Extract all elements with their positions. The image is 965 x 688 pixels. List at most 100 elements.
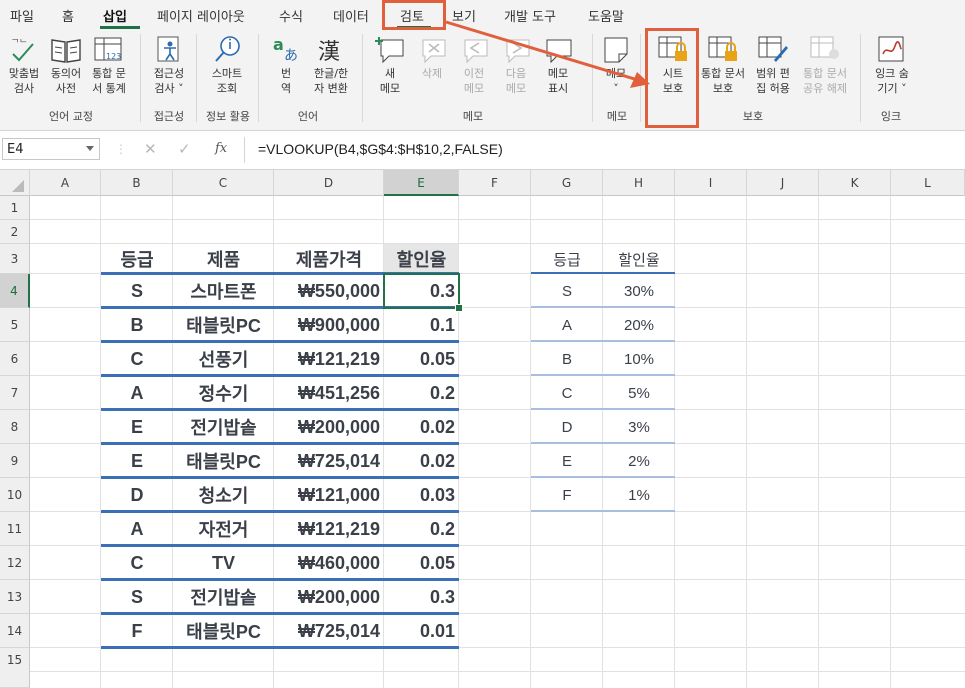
row-header-1[interactable]: 1 <box>0 196 30 220</box>
cancel-icon[interactable]: ✕ <box>144 140 157 158</box>
lookup-header-grade: 등급 <box>553 251 581 269</box>
main-header-discount: 할인율 <box>396 250 447 270</box>
col-header-a[interactable]: A <box>30 170 101 196</box>
active-cell-selection[interactable] <box>383 273 460 309</box>
col-header-k[interactable]: K <box>819 170 891 196</box>
row-header-9[interactable]: 9 <box>0 444 30 478</box>
table-cell[interactable]: D <box>101 478 173 512</box>
col-header-h[interactable]: H <box>603 170 675 196</box>
table-cell[interactable]: E <box>101 410 173 444</box>
lookup-cell[interactable]: A <box>531 308 603 342</box>
select-all-corner[interactable] <box>0 170 30 196</box>
table-cell[interactable]: ₩550,000 <box>274 274 384 308</box>
row-header-12[interactable]: 12 <box>0 546 30 580</box>
table-cell[interactable]: TV <box>173 546 274 580</box>
table-cell[interactable]: C <box>101 546 173 580</box>
table-cell[interactable]: 태블릿PC <box>173 444 274 478</box>
table-cell[interactable]: ₩725,014 <box>274 614 384 648</box>
table-cell[interactable]: 태블릿PC <box>173 308 274 342</box>
table-cell[interactable]: 0.03 <box>384 478 459 512</box>
table-cell[interactable]: 0.2 <box>384 376 459 410</box>
table-cell[interactable]: B <box>101 308 173 342</box>
table-cell[interactable]: 0.05 <box>384 546 459 580</box>
lookup-cell[interactable]: 3% <box>603 410 675 444</box>
table-cell[interactable]: 자전거 <box>173 512 274 546</box>
table-cell[interactable]: 0.1 <box>384 308 459 342</box>
fill-handle[interactable] <box>455 304 463 312</box>
lookup-cell[interactable]: 10% <box>603 342 675 376</box>
col-header-j[interactable]: J <box>747 170 819 196</box>
lookup-cell[interactable]: 5% <box>603 376 675 410</box>
table-cell[interactable]: ₩200,000 <box>274 580 384 614</box>
table-cell[interactable]: 선풍기 <box>173 342 274 376</box>
lookup-cell[interactable]: S <box>531 274 603 308</box>
table-cell[interactable]: 청소기 <box>173 478 274 512</box>
table-cell[interactable]: A <box>101 376 173 410</box>
table-cell[interactable]: ₩725,014 <box>274 444 384 478</box>
col-header-d[interactable]: D <box>274 170 384 196</box>
lookup-cell[interactable]: 30% <box>603 274 675 308</box>
gridline <box>30 671 965 672</box>
lookup-cell[interactable]: D <box>531 410 603 444</box>
row-header-8[interactable]: 8 <box>0 410 30 444</box>
main-header-price: 제품가격 <box>295 250 363 270</box>
table-cell[interactable]: 0.02 <box>384 444 459 478</box>
row-header-15[interactable]: 15 <box>0 648 30 688</box>
lookup-cell[interactable]: C <box>531 376 603 410</box>
annotation-arrow <box>445 20 650 88</box>
table-cell[interactable]: 전기밥솥 <box>173 410 274 444</box>
table-cell[interactable]: 스마트폰 <box>173 274 274 308</box>
row-header-14[interactable]: 14 <box>0 614 30 648</box>
table-cell[interactable]: ₩121,219 <box>274 512 384 546</box>
row-header-13[interactable]: 13 <box>0 580 30 614</box>
table-cell[interactable]: S <box>101 580 173 614</box>
separator <box>244 137 245 163</box>
table-cell[interactable]: A <box>101 512 173 546</box>
table-cell[interactable]: 태블릿PC <box>173 614 274 648</box>
col-header-i[interactable]: I <box>675 170 747 196</box>
table-cell[interactable]: ₩451,256 <box>274 376 384 410</box>
col-header-b[interactable]: B <box>101 170 173 196</box>
col-header-g[interactable]: G <box>531 170 603 196</box>
col-header-f[interactable]: F <box>459 170 531 196</box>
table-cell[interactable]: F <box>101 614 173 648</box>
lookup-cell[interactable]: B <box>531 342 603 376</box>
lookup-cell[interactable]: F <box>531 478 603 512</box>
lookup-cell[interactable]: E <box>531 444 603 478</box>
formula-input[interactable]: =VLOOKUP(B4,$G$4:$H$10,2,FALSE) <box>258 141 503 157</box>
table-cell[interactable]: S <box>101 274 173 308</box>
enter-icon[interactable]: ✓ <box>178 140 191 158</box>
row-header-5[interactable]: 5 <box>0 308 30 342</box>
lookup-cell[interactable]: 20% <box>603 308 675 342</box>
col-header-c[interactable]: C <box>173 170 274 196</box>
table-cell[interactable]: 0.02 <box>384 410 459 444</box>
chevron-down-icon[interactable] <box>86 146 94 151</box>
row-header-2[interactable]: 2 <box>0 220 30 244</box>
worksheet-grid[interactable]: A B C D E F G H I J K L 1 2 3 4 5 6 7 8 … <box>0 170 965 688</box>
row-header-10[interactable]: 10 <box>0 478 30 512</box>
table-cell[interactable]: ₩121,219 <box>274 342 384 376</box>
col-header-e[interactable]: E <box>384 170 459 196</box>
fx-icon[interactable]: fx <box>215 141 227 156</box>
drag-handle-icon[interactable]: ⋮ <box>115 142 127 156</box>
col-header-l[interactable]: L <box>891 170 965 196</box>
table-cell[interactable]: 0.05 <box>384 342 459 376</box>
lookup-cell[interactable]: 1% <box>603 478 675 512</box>
table-cell[interactable]: 전기밥솥 <box>173 580 274 614</box>
row-header-6[interactable]: 6 <box>0 342 30 376</box>
lookup-cell[interactable]: 2% <box>603 444 675 478</box>
table-cell[interactable]: 정수기 <box>173 376 274 410</box>
table-cell[interactable]: ₩121,000 <box>274 478 384 512</box>
table-cell[interactable]: ₩460,000 <box>274 546 384 580</box>
row-header-4[interactable]: 4 <box>0 274 30 308</box>
table-cell[interactable]: ₩900,000 <box>274 308 384 342</box>
row-header-7[interactable]: 7 <box>0 376 30 410</box>
table-cell[interactable]: 0.3 <box>384 580 459 614</box>
row-header-11[interactable]: 11 <box>0 512 30 546</box>
table-cell[interactable]: ₩200,000 <box>274 410 384 444</box>
row-header-3[interactable]: 3 <box>0 244 30 274</box>
table-cell[interactable]: C <box>101 342 173 376</box>
table-cell[interactable]: E <box>101 444 173 478</box>
table-cell[interactable]: 0.2 <box>384 512 459 546</box>
table-cell[interactable]: 0.01 <box>384 614 459 648</box>
